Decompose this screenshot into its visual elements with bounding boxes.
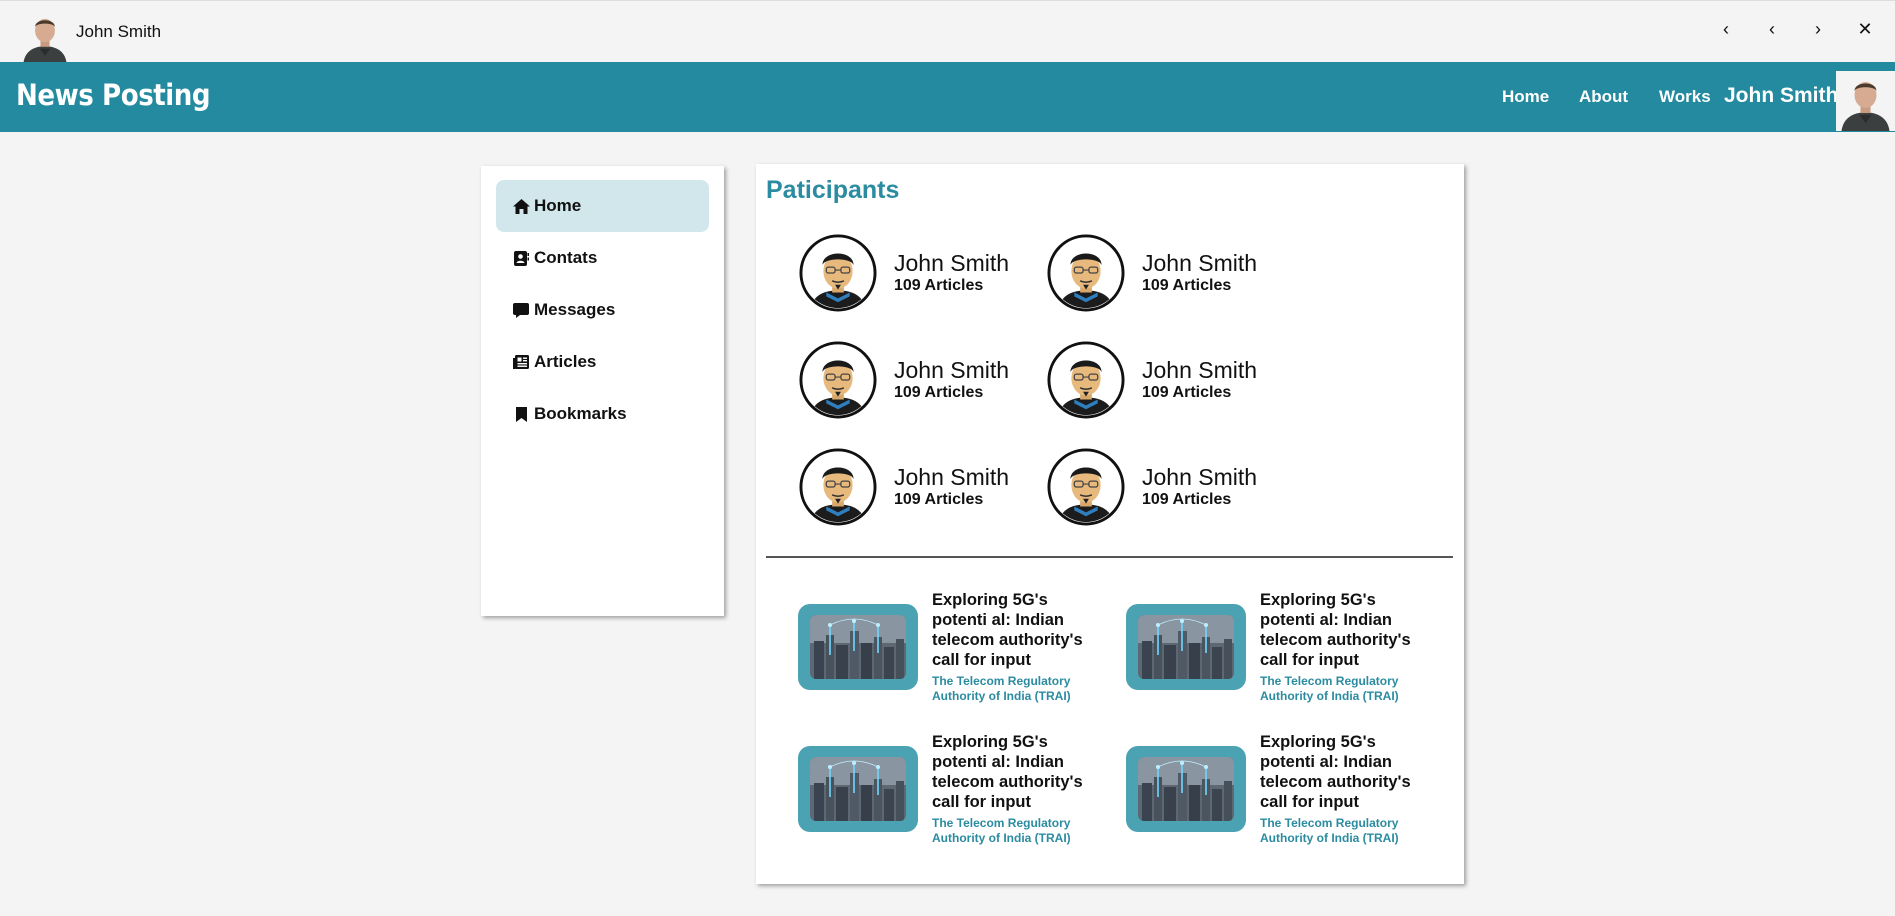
article-title: Exploring 5G's potenti al: Indian teleco… <box>1260 591 1411 669</box>
participant-card[interactable]: John Smith 109 Articles <box>798 448 1038 526</box>
participant-avatar <box>798 448 878 526</box>
participant-avatar <box>1046 448 1126 526</box>
article-source: The Telecom Regulatory Authority of Indi… <box>1260 674 1399 703</box>
contacts-icon <box>512 250 530 266</box>
participant-avatar <box>798 341 878 419</box>
participant-card[interactable]: John Smith 109 Articles <box>1046 234 1286 312</box>
home-icon <box>512 198 530 214</box>
article-card[interactable]: Exploring 5G's potenti al: Indian teleco… <box>798 590 1118 710</box>
back-button[interactable]: ‹ <box>1757 16 1787 42</box>
participant-name: John Smith <box>1142 250 1258 276</box>
sidebar-item-label: Articles <box>534 352 597 371</box>
participant-name: John Smith <box>894 250 1010 276</box>
sidebar-item-contacts[interactable]: Contats <box>496 232 709 284</box>
header-user-name[interactable]: John Smith <box>1724 84 1838 108</box>
close-button[interactable]: ✕ <box>1850 16 1880 42</box>
forward-button[interactable]: › <box>1803 16 1833 42</box>
message-icon <box>512 302 530 318</box>
sidebar-item-label: Messages <box>534 300 616 319</box>
participant-avatar <box>1046 341 1126 419</box>
article-source: The Telecom Regulatory Authority of Indi… <box>932 816 1071 845</box>
header-user-avatar[interactable] <box>1836 70 1895 132</box>
article-title: Exploring 5G's potenti al: Indian teleco… <box>932 591 1083 669</box>
participant-article-count: 109 Articles <box>1142 384 1232 401</box>
participant-name: John Smith <box>894 357 1010 383</box>
user-avatar[interactable] <box>18 9 72 63</box>
nav-about-link[interactable]: About <box>1579 87 1628 107</box>
participant-avatar <box>1046 234 1126 312</box>
participant-article-count: 109 Articles <box>894 277 984 294</box>
main-panel: Paticipants John Smith 109 Articles John… <box>756 164 1464 884</box>
article-card[interactable]: Exploring 5G's potenti al: Indian teleco… <box>798 732 1118 852</box>
sidebar-item-articles[interactable]: Articles <box>496 336 709 388</box>
article-source: The Telecom Regulatory Authority of Indi… <box>1260 816 1399 845</box>
participant-card[interactable]: John Smith 109 Articles <box>798 234 1038 312</box>
app-logo[interactable]: News Posting <box>16 78 211 112</box>
back-arrow-button[interactable]: ‹ <box>1711 16 1741 42</box>
sidebar-item-messages[interactable]: Messages <box>496 284 709 336</box>
participant-card[interactable]: John Smith 109 Articles <box>1046 448 1286 526</box>
participant-name: John Smith <box>1142 357 1258 383</box>
article-source: The Telecom Regulatory Authority of Indi… <box>932 674 1071 703</box>
article-card[interactable]: Exploring 5G's potenti al: Indian teleco… <box>1126 590 1446 710</box>
sidebar-item-label: Contats <box>534 248 598 267</box>
newspaper-icon <box>512 354 530 370</box>
article-thumbnail <box>798 746 918 832</box>
article-thumbnail <box>1126 746 1246 832</box>
article-card[interactable]: Exploring 5G's potenti al: Indian teleco… <box>1126 732 1446 852</box>
participant-card[interactable]: John Smith 109 Articles <box>1046 341 1286 419</box>
section-divider <box>766 556 1453 558</box>
sidebar-item-bookmarks[interactable]: Bookmarks <box>496 388 709 440</box>
article-thumbnail <box>1126 604 1246 690</box>
article-title: Exploring 5G's potenti al: Indian teleco… <box>1260 733 1411 811</box>
participant-avatar <box>798 234 878 312</box>
nav-home-link[interactable]: Home <box>1502 87 1549 107</box>
bookmark-icon <box>512 406 530 422</box>
page-title: Paticipants <box>766 176 900 204</box>
participant-name: John Smith <box>1142 464 1258 490</box>
participant-article-count: 109 Articles <box>894 384 984 401</box>
article-thumbnail <box>798 604 918 690</box>
participant-article-count: 109 Articles <box>1142 491 1232 508</box>
participant-card[interactable]: John Smith 109 Articles <box>798 341 1038 419</box>
titlebar-user-name: John Smith <box>76 22 162 41</box>
sidebar-item-label: Bookmarks <box>534 404 627 423</box>
article-title: Exploring 5G's potenti al: Indian teleco… <box>932 733 1083 811</box>
participant-article-count: 109 Articles <box>1142 277 1232 294</box>
sidebar-item-home[interactable]: Home <box>496 180 709 232</box>
app-header: News Posting Home About Works John Smith <box>0 62 1895 132</box>
sidebar-item-label: Home <box>534 196 582 215</box>
nav-works-link[interactable]: Works <box>1659 87 1711 107</box>
title-bar: John Smith ‹ ‹ › ✕ <box>0 0 1895 62</box>
sidebar: Home Contats Messages Articles Bookmarks <box>481 166 724 616</box>
participant-article-count: 109 Articles <box>894 491 984 508</box>
participant-name: John Smith <box>894 464 1010 490</box>
